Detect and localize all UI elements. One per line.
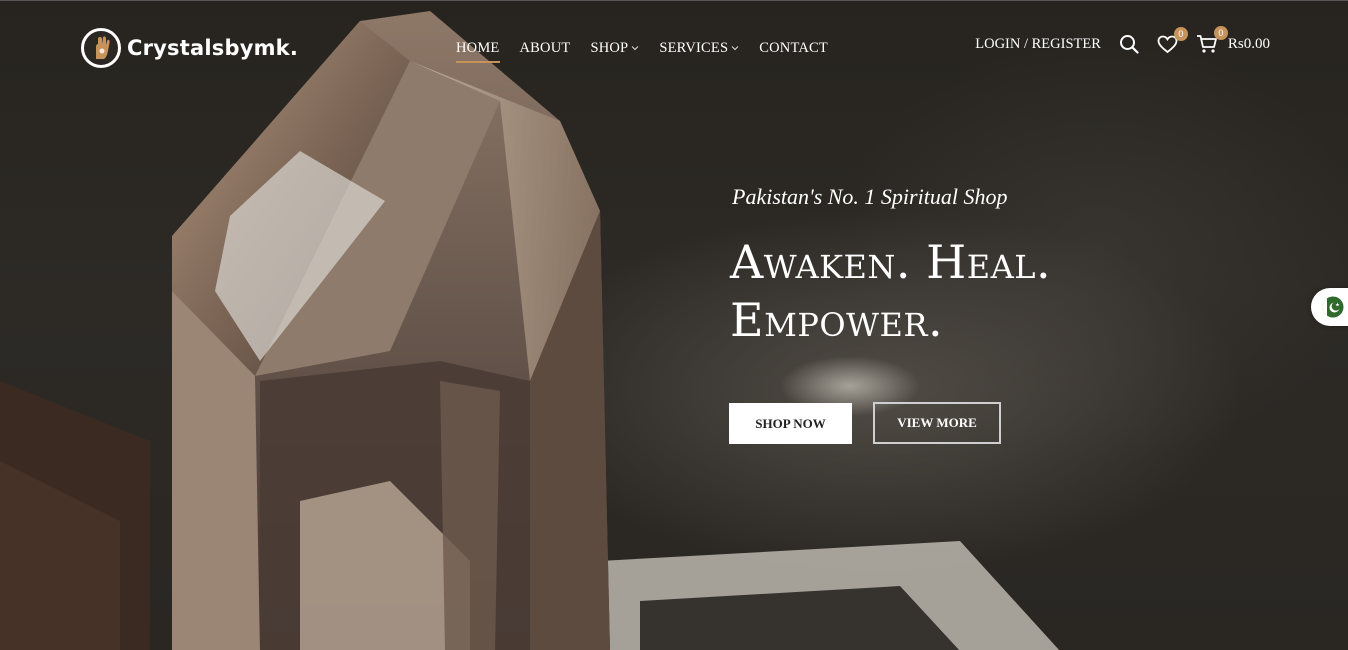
main-nav: HOME ABOUT SHOP SERVICES CONTACT [456, 37, 848, 63]
nav-about[interactable]: ABOUT [520, 37, 571, 59]
chevron-down-icon [631, 45, 639, 51]
shop-now-button[interactable]: SHOP NOW [729, 403, 852, 444]
header-actions: LOGIN / REGISTER 0 0 Rs0.00 [975, 26, 1270, 54]
crystal-background-image [0, 11, 1060, 650]
pakistan-flag-icon [1322, 296, 1344, 318]
cart-button[interactable]: 0 [1196, 26, 1228, 54]
view-more-button[interactable]: VIEW MORE [873, 402, 1001, 444]
chevron-down-icon [731, 45, 739, 51]
nav-home[interactable]: HOME [456, 37, 500, 63]
hero-tagline: Pakistan's No. 1 Spiritual Shop [732, 184, 1008, 209]
hero-section: Crystalsbymk. HOME ABOUT SHOP SERVICES C… [0, 0, 1348, 650]
cart-count-badge: 0 [1213, 26, 1228, 40]
nav-about-label: ABOUT [519, 39, 571, 56]
brand-name: Crystalsbymk. [127, 36, 299, 60]
hero-headline: Awaken. Heal. Empower. [730, 233, 1051, 349]
nav-services-label: SERVICES [659, 39, 729, 56]
login-register-link[interactable]: LOGIN / REGISTER [975, 36, 1101, 53]
nav-contact-label: CONTACT [759, 39, 828, 56]
wishlist-button[interactable]: 0 [1157, 26, 1188, 54]
cart-total[interactable]: Rs0.00 [1228, 36, 1270, 53]
nav-home-label: HOME [456, 39, 500, 56]
hero-headline-line1: Awaken. Heal. [730, 235, 1052, 289]
language-switcher[interactable] [1311, 288, 1348, 326]
search-icon[interactable] [1119, 34, 1139, 54]
wishlist-count-badge: 0 [1173, 26, 1188, 41]
hero-headline-line2: Empower. [730, 293, 944, 347]
logo-hand-icon [81, 28, 121, 68]
nav-shop[interactable]: SHOP [590, 37, 639, 59]
nav-shop-label: SHOP [590, 39, 629, 56]
brand-logo[interactable]: Crystalsbymk. [81, 28, 298, 68]
nav-contact[interactable]: CONTACT [759, 37, 828, 59]
nav-services[interactable]: SERVICES [659, 37, 739, 59]
